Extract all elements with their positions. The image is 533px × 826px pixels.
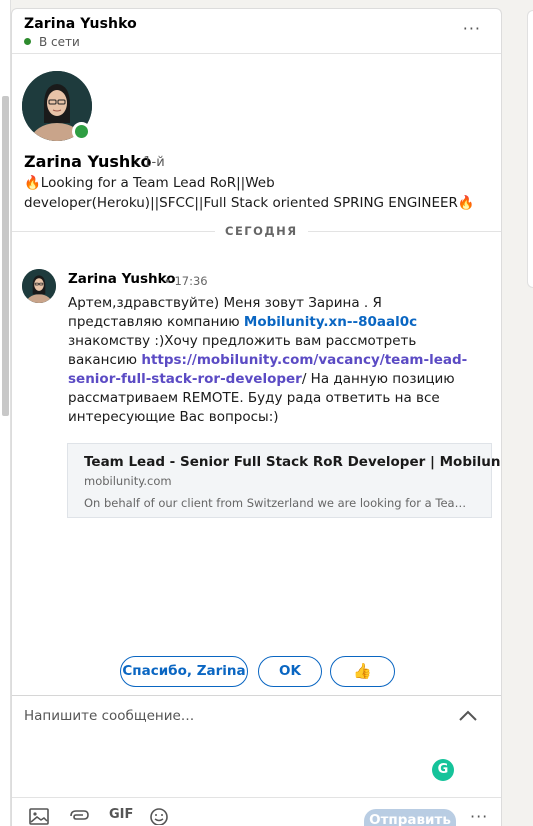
quick-reply-thanks-button[interactable]: Спасибо, Zarina [120, 656, 248, 687]
link-preview-card[interactable]: Team Lead - Senior Full Stack RoR Develo… [67, 443, 501, 518]
grammarly-icon[interactable]: G [432, 759, 454, 781]
link-preview-domain: mobilunity.com [84, 474, 172, 488]
message-thread[interactable]: Zarina Yushko · 1-й 🔥Looking for a Team … [12, 55, 501, 695]
background-panel-left [0, 0, 11, 826]
online-badge [72, 122, 91, 141]
chat-window: Zarina Yushko В сети ··· Zarina Yushko ·… [11, 8, 502, 826]
online-status-dot [24, 38, 31, 45]
company-link[interactable]: Mobilunity.xn--80aal0c [244, 314, 417, 330]
send-button[interactable]: Отправить [364, 809, 456, 826]
message-avatar[interactable] [22, 269, 56, 303]
more-options-icon[interactable]: ··· [470, 807, 488, 826]
day-divider-label: СЕГОДНЯ [215, 224, 308, 238]
emoji-icon[interactable] [149, 807, 169, 825]
link-preview-description: On behalf of our client from Switzerland… [84, 496, 476, 510]
image-icon[interactable] [29, 807, 49, 825]
message-composer[interactable]: Напишите сообщение… G [12, 695, 501, 797]
background-panel-right [527, 10, 533, 288]
attachment-icon[interactable] [68, 807, 90, 825]
chat-header[interactable]: Zarina Yushko В сети ··· [12, 9, 501, 54]
quick-reply-ok-button[interactable]: OK [258, 656, 322, 687]
message-author[interactable]: Zarina Yushko [68, 271, 176, 287]
more-options-icon[interactable]: ··· [463, 19, 481, 38]
link-preview-title[interactable]: Team Lead - Senior Full Stack RoR Develo… [84, 454, 501, 470]
chevron-up-icon[interactable] [459, 708, 477, 722]
message-input[interactable]: Напишите сообщение… [24, 708, 194, 724]
gif-icon[interactable]: GIF [109, 807, 133, 825]
message-timestamp: • 17:36 [164, 274, 208, 288]
quick-reply-thumbs-up-button[interactable]: 👍 [330, 656, 395, 687]
online-status-text: В сети [39, 35, 80, 49]
profile-headline: 🔥Looking for a Team Lead RoR||Web develo… [24, 175, 475, 211]
connection-degree: · 1-й [135, 155, 165, 170]
message-body: Артем,здравствуйте) Меня зовут Зарина . … [68, 294, 480, 427]
profile-name[interactable]: Zarina Yushko [24, 152, 151, 171]
contact-name[interactable]: Zarina Yushko [24, 16, 137, 32]
composer-toolbar: GIF Отправить ··· [12, 797, 501, 826]
scrollbar[interactable] [2, 96, 9, 416]
